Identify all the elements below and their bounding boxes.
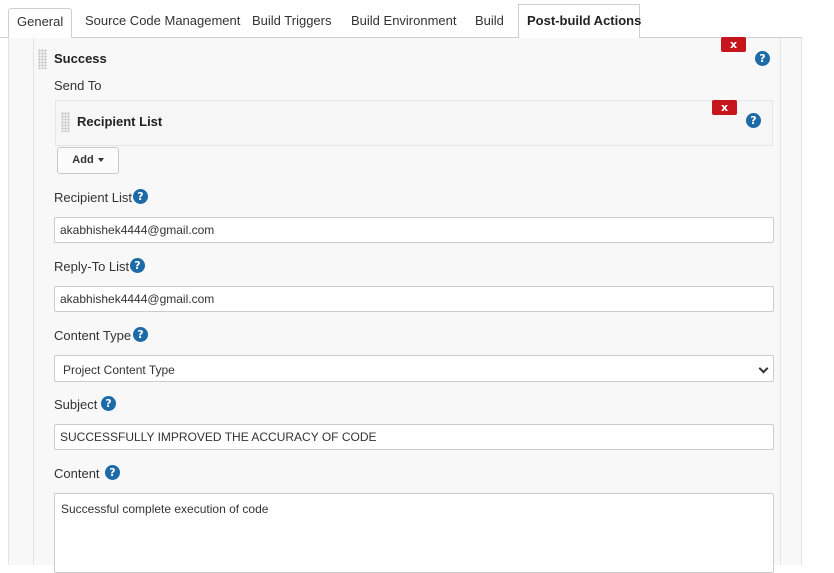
- delete-recipient-button[interactable]: x: [712, 100, 737, 115]
- trigger-title: Success: [54, 51, 107, 66]
- add-button-label: Add: [72, 154, 94, 166]
- reply-to-list-input[interactable]: akabhishek4444@gmail.com: [54, 286, 774, 312]
- help-icon[interactable]: ?: [133, 327, 148, 342]
- help-icon[interactable]: ?: [101, 396, 116, 411]
- content-textarea[interactable]: Successful complete execution of code: [54, 493, 774, 573]
- help-icon[interactable]: ?: [133, 189, 148, 204]
- content-type-label: Content Type: [54, 328, 132, 343]
- recipient-list-input[interactable]: akabhishek4444@gmail.com: [54, 217, 774, 243]
- tab-post-build-actions[interactable]: Post-build Actions: [518, 4, 641, 39]
- content-label: Content: [54, 466, 100, 481]
- drag-handle[interactable]: [61, 112, 70, 132]
- help-icon[interactable]: ?: [105, 465, 120, 480]
- tab-general[interactable]: General: [8, 8, 73, 38]
- delete-trigger-button[interactable]: x: [721, 37, 746, 52]
- tab-build-environment[interactable]: Build Environment: [343, 8, 465, 38]
- drag-handle[interactable]: [38, 49, 47, 69]
- recipient-item-label: Recipient List: [77, 114, 163, 129]
- config-tabs: General Source Code Management Build Tri…: [0, 0, 802, 39]
- send-to-item: [55, 100, 773, 146]
- reply-to-list-label: Reply-To List: [54, 259, 130, 274]
- subject-input[interactable]: SUCCESSFULLY IMPROVED THE ACCURACY OF CO…: [54, 424, 774, 450]
- subject-label: Subject: [54, 397, 98, 412]
- chevron-down-icon: [758, 363, 769, 374]
- content-type-select[interactable]: Project Content Type: [54, 355, 774, 382]
- help-icon[interactable]: ?: [130, 258, 145, 273]
- add-button[interactable]: Add: [57, 147, 119, 174]
- page-margin: [802, 0, 834, 565]
- tab-build-triggers[interactable]: Build Triggers: [244, 8, 339, 38]
- tab-build[interactable]: Build: [467, 8, 512, 38]
- help-icon[interactable]: ?: [746, 113, 761, 128]
- send-to-label: Send To: [54, 78, 102, 93]
- content-type-value: Project Content Type: [63, 363, 175, 377]
- help-icon[interactable]: ?: [755, 51, 770, 66]
- caret-down-icon: [97, 158, 104, 163]
- tab-source-code-management[interactable]: Source Code Management: [77, 8, 248, 38]
- recipient-list-label: Recipient List: [54, 190, 133, 205]
